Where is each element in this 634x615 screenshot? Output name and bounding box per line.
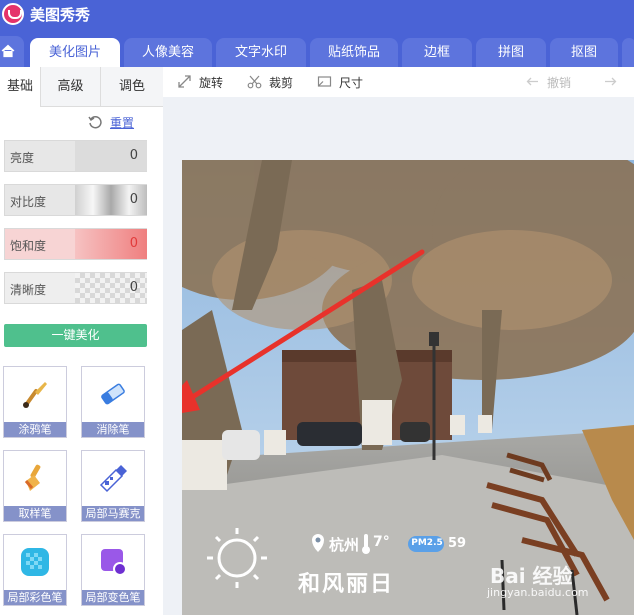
undo-label: 撤销 [547,76,572,90]
edit-toolbar: 旋转 裁剪 尺寸 撤销 [163,67,634,97]
main-tabs: 美化图片 人像美容 文字水印 贴纸饰品 边框 拼图 抠图 [0,36,634,67]
tool-sample-pen[interactable]: 取样笔 [3,450,67,522]
tool-local-color-pen[interactable]: 局部彩色笔 [3,534,67,606]
undo-arrow-icon [526,77,538,86]
tool-local-color-label: 局部彩色笔 [4,590,66,605]
rotate-button[interactable]: 旋转 [177,73,237,91]
saturation-slider[interactable]: 饱和度 0 [4,228,147,260]
photo-weather-text: 和风丽日 [298,572,395,597]
color-pattern-icon [21,548,49,576]
title-bar: 美图秀秀 [0,0,634,36]
brightness-slider[interactable]: 亮度 0 [4,140,147,172]
contrast-label: 对比度 [10,195,47,209]
saturation-value: 0 [129,236,138,251]
recolor-icon [101,549,127,576]
photo-scene [182,160,634,615]
tab-cutout[interactable]: 抠图 [550,38,618,67]
subtab-color[interactable]: 调色 [100,67,163,107]
size-label: 尺寸 [339,76,364,90]
sharpness-slider[interactable]: 清晰度 0 [4,272,147,304]
tab-collage[interactable]: 拼图 [476,38,546,67]
tab-stickers[interactable]: 贴纸饰品 [310,38,398,67]
photo-temperature: 7° [373,534,390,550]
subtab-basic[interactable]: 基础 [0,67,40,107]
tab-portrait[interactable]: 人像美容 [124,38,212,67]
photo-location: 杭州 [329,536,360,554]
tool-sample-label: 取样笔 [4,506,66,521]
tab-frame[interactable]: 边框 [402,38,472,67]
one-click-beautify-button[interactable]: 一键美化 [4,324,147,347]
tab-text-watermark[interactable]: 文字水印 [216,38,306,67]
brush-icon [23,382,47,408]
sidebar-subtabs: 基础 高级 调色 [0,67,163,107]
size-button[interactable]: 尺寸 [317,73,377,91]
contrast-value: 0 [129,192,138,207]
home-icon [1,44,15,58]
mosaic-pen-icon [99,465,127,493]
paintbrush-icon [24,464,41,491]
sharpness-label: 清晰度 [10,283,47,297]
app-logo-icon [2,3,24,25]
rotate-label: 旋转 [199,76,224,90]
undo-button[interactable]: 撤销 [525,73,585,91]
sidebar: 基础 高级 调色 重置 亮度 0 对比度 0 饱和度 0 清晰度 0 一键美化 [0,67,163,615]
subtab-advanced[interactable]: 高级 [40,67,100,107]
tool-local-mosaic[interactable]: 局部马赛克 [81,450,145,522]
photo[interactable]: 杭州 7° PM2.5 59 和风丽日 Bai 经验 jingyan.baidu… [182,160,634,615]
tool-doodle-pen[interactable]: 涂鸦笔 [3,366,67,438]
scissors-icon [247,75,262,89]
tool-eraser-label: 消除笔 [82,422,144,437]
saturation-label: 饱和度 [10,239,47,253]
crop-button[interactable]: 裁剪 [247,73,307,91]
eraser-icon [101,383,125,405]
redo-arrow-icon [605,77,617,86]
photo-pm-value: 59 [448,536,467,551]
crop-label: 裁剪 [269,76,294,90]
redo-button[interactable] [603,73,623,91]
tool-local-recolor-label: 局部变色笔 [82,590,144,605]
tool-doodle-label: 涂鸦笔 [4,422,66,437]
rotate-icon [178,75,191,88]
sharpness-value: 0 [129,280,138,295]
tool-eraser-pen[interactable]: 消除笔 [81,366,145,438]
brightness-label: 亮度 [10,151,35,165]
contrast-slider[interactable]: 对比度 0 [4,184,147,216]
size-icon [317,76,332,87]
home-button[interactable] [0,36,24,67]
watermark-url: jingyan.baidu.com [487,586,589,599]
tab-beautify[interactable]: 美化图片 [30,38,120,67]
watermark-logo: Bai 经验 [490,564,573,588]
photo-pm-badge: PM2.5 [411,538,443,548]
tool-local-recolor-pen[interactable]: 局部变色笔 [81,534,145,606]
app-title: 美图秀秀 [30,6,91,24]
tool-mosaic-label: 局部马赛克 [82,506,144,521]
reset-icon [88,116,102,129]
brightness-value: 0 [129,148,138,163]
reset-label: 重置 [110,116,135,130]
canvas-area: 杭州 7° PM2.5 59 和风丽日 Bai 经验 jingyan.baidu… [163,97,634,615]
tab-more[interactable] [622,38,634,67]
